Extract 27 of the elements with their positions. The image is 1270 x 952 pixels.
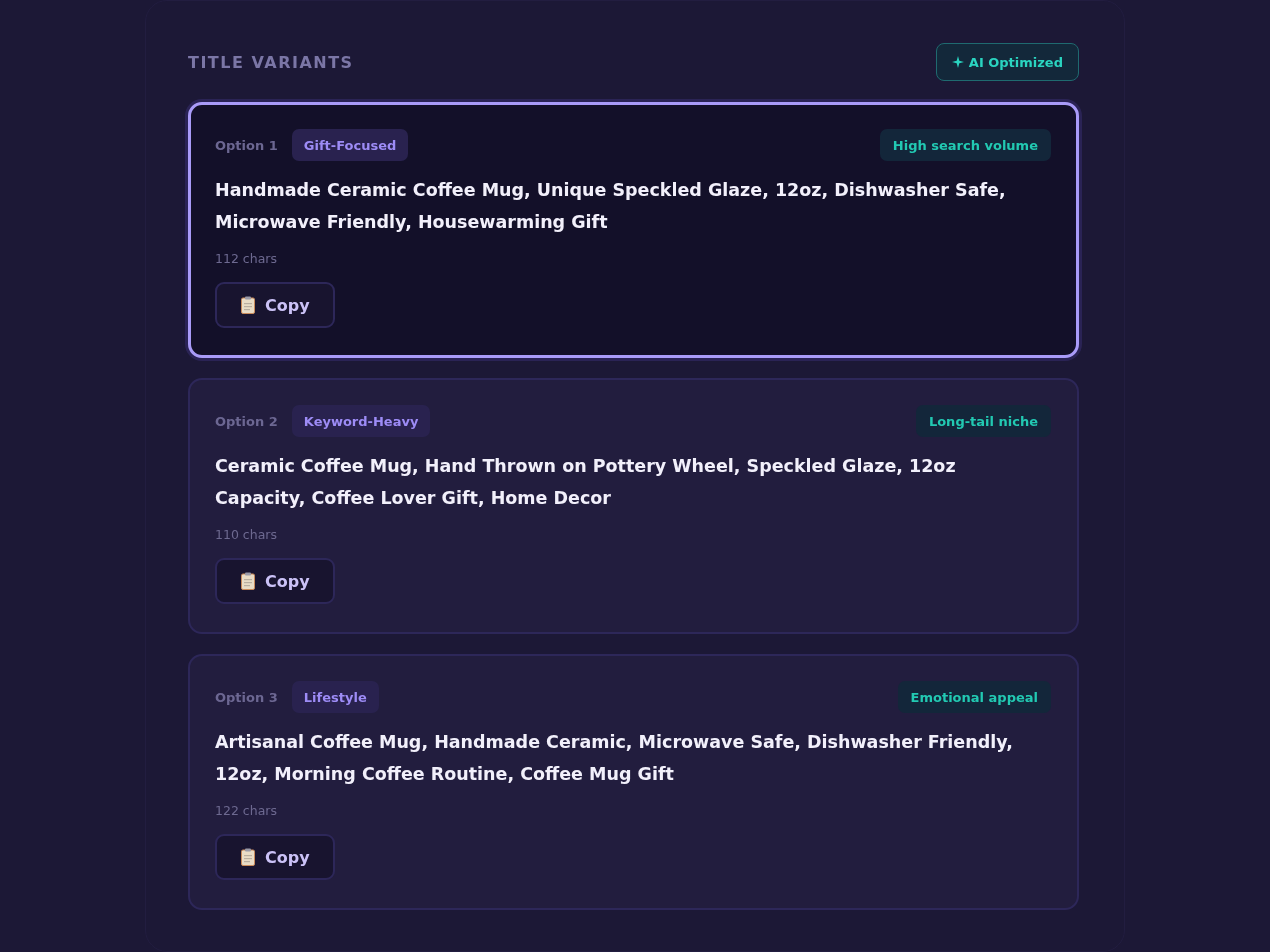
- variant-card[interactable]: Option 2 Keyword-Heavy Long-tail niche Ceramic Coffee Mug, Hand Thrown on Pottery Wheel, Speckled Glaze, 12oz Capacity, Coffee Lover Gift, Home Decor 110 chars Copy: [188, 378, 1079, 634]
- variant-card[interactable]: Option 1 Gift-Focused High search volume Handmade Ceramic Coffee Mug, Unique Speckled Glaze, 12oz, Dishwasher Safe, Microwave Friendly, Housewarming Gift 112 chars Copy: [188, 102, 1079, 358]
- char-count: 122 chars: [215, 802, 278, 820]
- copy-button[interactable]: Copy: [215, 558, 335, 604]
- variant-title: Artisanal Coffee Mug, Handmade Ceramic, Microwave Safe, Dishwasher Friendly, 12oz, Morning Coffee Routine, Coffee Mug Gift: [215, 731, 1014, 786]
- sparkle-icon: [951, 56, 964, 68]
- option-label: Option 1: [215, 137, 278, 153]
- clipboard-icon: [241, 296, 255, 314]
- insight-tag: High search volume: [879, 129, 1051, 161]
- insight-tag: Long-tail niche: [915, 405, 1051, 437]
- style-tag: Lifestyle: [291, 681, 379, 713]
- style-tag: Keyword-Heavy: [291, 405, 431, 437]
- badge-label: AI Optimized: [968, 54, 1063, 70]
- option-label: Option 3: [215, 689, 278, 705]
- clipboard-icon: [241, 848, 255, 866]
- insight-tag: Emotional appeal: [897, 681, 1051, 713]
- char-count: 112 chars: [215, 250, 278, 268]
- section-title: TITLE VARIANTS: [188, 52, 354, 72]
- variant-title: Ceramic Coffee Mug, Hand Thrown on Pottery Wheel, Speckled Glaze, 12oz Capacity, Coffee Lover Gift, Home Decor: [215, 455, 957, 510]
- copy-button[interactable]: Copy: [215, 282, 335, 328]
- clipboard-icon: [241, 572, 255, 590]
- variant-card[interactable]: Option 3 Lifestyle Emotional appeal Artisanal Coffee Mug, Handmade Ceramic, Microwave Safe, Dishwasher Friendly, 12oz, Morning Coffee Routine, Coffee Mug Gift 122 chars Copy: [188, 654, 1079, 910]
- option-label: Option 2: [215, 413, 278, 429]
- variant-title: Handmade Ceramic Coffee Mug, Unique Speckled Glaze, 12oz, Dishwasher Safe, Microwave Friendly, Housewarming Gift: [215, 179, 1007, 234]
- char-count: 110 chars: [215, 526, 278, 544]
- copy-button[interactable]: Copy: [215, 834, 335, 880]
- style-tag: Gift-Focused: [291, 129, 409, 161]
